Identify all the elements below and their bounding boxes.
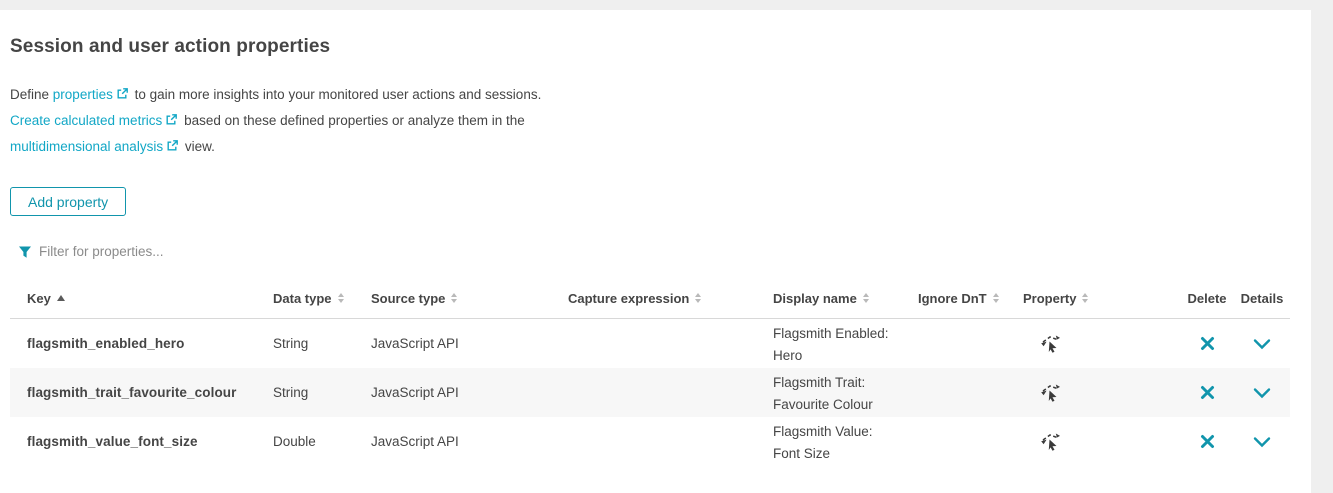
external-link-icon bbox=[116, 83, 129, 108]
intro-line1-pre: Define bbox=[10, 87, 49, 102]
delete-cell bbox=[1180, 383, 1234, 402]
property-cell bbox=[1013, 381, 1180, 405]
delete-button[interactable] bbox=[1198, 383, 1217, 402]
column-header-capture-expression[interactable]: Capture expression bbox=[558, 291, 763, 306]
sort-icon bbox=[993, 293, 999, 303]
properties-table: Key Data type Source type Capture expres… bbox=[10, 278, 1290, 466]
properties-link[interactable]: properties bbox=[53, 87, 113, 102]
source-type-cell: JavaScript API bbox=[361, 385, 558, 400]
data-type-cell: String bbox=[263, 336, 361, 351]
filter-placeholder: Filter for properties... bbox=[39, 244, 164, 259]
data-type-cell: String bbox=[263, 385, 361, 400]
intro-line2-post: based on these defined properties or ana… bbox=[184, 113, 525, 128]
sort-icon bbox=[863, 293, 869, 303]
external-link-icon bbox=[165, 109, 178, 134]
content-panel: Session and user action properties Defin… bbox=[0, 10, 1311, 493]
source-type-cell: JavaScript API bbox=[361, 336, 558, 351]
details-chevron-down-icon[interactable] bbox=[1251, 385, 1273, 401]
delete-cell bbox=[1180, 334, 1234, 353]
details-cell bbox=[1234, 385, 1290, 401]
calculated-metrics-link[interactable]: Create calculated metrics bbox=[10, 113, 162, 128]
user-action-property-icon bbox=[1038, 332, 1061, 356]
property-cell bbox=[1013, 332, 1180, 356]
sort-icon bbox=[338, 293, 344, 303]
filter-input[interactable]: Filter for properties... bbox=[18, 244, 518, 259]
user-action-property-icon bbox=[1038, 381, 1061, 405]
key-cell: flagsmith_enabled_hero bbox=[10, 336, 263, 351]
table-row: flagsmith_trait_favourite_colour String … bbox=[10, 368, 1290, 417]
display-name-cell: Flagsmith Enabled: Hero bbox=[763, 320, 903, 367]
details-chevron-down-icon[interactable] bbox=[1251, 434, 1273, 450]
sort-icon bbox=[1082, 293, 1088, 303]
external-link-icon bbox=[166, 135, 179, 160]
display-name-cell: Flagsmith Trait: Favourite Colour bbox=[763, 369, 903, 416]
display-name-cell: Flagsmith Value: Font Size bbox=[763, 418, 903, 465]
column-header-delete: Delete bbox=[1180, 291, 1234, 306]
page-title: Session and user action properties bbox=[10, 36, 330, 58]
sort-ascending-icon bbox=[57, 295, 65, 301]
key-cell: flagsmith_trait_favourite_colour bbox=[10, 385, 263, 400]
multidimensional-analysis-link[interactable]: multidimensional analysis bbox=[10, 139, 163, 154]
table-row: flagsmith_value_font_size Double JavaScr… bbox=[10, 417, 1290, 466]
column-header-source-type[interactable]: Source type bbox=[361, 291, 558, 306]
column-header-ignore-dnt[interactable]: Ignore DnT bbox=[908, 291, 1013, 306]
column-header-details: Details bbox=[1234, 291, 1290, 306]
table-row: flagsmith_enabled_hero String JavaScript… bbox=[10, 319, 1290, 368]
user-action-property-icon bbox=[1038, 430, 1061, 454]
column-header-key[interactable]: Key bbox=[10, 291, 263, 306]
details-chevron-down-icon[interactable] bbox=[1251, 336, 1273, 352]
source-type-cell: JavaScript API bbox=[361, 434, 558, 449]
delete-button[interactable] bbox=[1198, 432, 1217, 451]
delete-cell bbox=[1180, 432, 1234, 451]
sort-icon bbox=[451, 293, 457, 303]
intro-line1-post: to gain more insights into your monitore… bbox=[135, 87, 542, 102]
property-cell bbox=[1013, 430, 1180, 454]
column-header-property[interactable]: Property bbox=[1013, 291, 1180, 306]
intro-text: Define properties to gain more insights … bbox=[10, 82, 541, 160]
data-type-cell: Double bbox=[263, 434, 361, 449]
details-cell bbox=[1234, 336, 1290, 352]
details-cell bbox=[1234, 434, 1290, 450]
column-header-display-name[interactable]: Display name bbox=[763, 291, 908, 306]
table-header-row: Key Data type Source type Capture expres… bbox=[10, 278, 1290, 319]
intro-line3-post: view. bbox=[185, 139, 215, 154]
key-cell: flagsmith_value_font_size bbox=[10, 434, 263, 449]
add-property-button[interactable]: Add property bbox=[10, 187, 126, 216]
filter-icon bbox=[18, 245, 32, 259]
sort-icon bbox=[695, 293, 701, 303]
delete-button[interactable] bbox=[1198, 334, 1217, 353]
column-header-data-type[interactable]: Data type bbox=[263, 291, 361, 306]
